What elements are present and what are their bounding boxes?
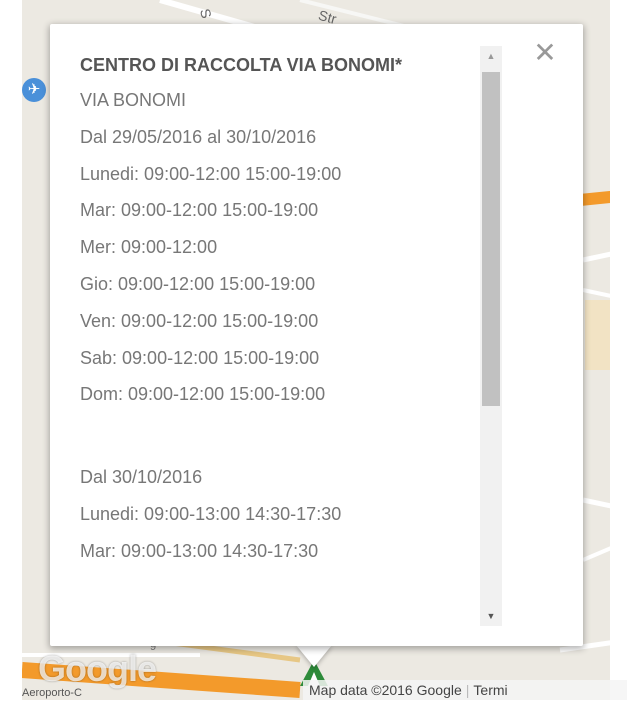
info-window-content: CENTRO DI RACCOLTA VIA BONOMI* VIA BONOM… — [80, 48, 475, 626]
airplane-icon[interactable]: ✈ — [22, 78, 46, 102]
info-window-tail — [296, 645, 332, 667]
close-icon[interactable]: ✕ — [532, 39, 558, 67]
scroll-thumb[interactable] — [482, 72, 500, 406]
schedule-line: Ven: 09:00-12:00 15:00-19:00 — [80, 310, 319, 331]
schedule-line: Mer: 09:00-12:00 — [80, 237, 218, 258]
terms-link[interactable]: Termi — [473, 682, 507, 698]
date-range-line: Dal 30/10/2016 — [80, 467, 203, 488]
map-edge — [610, 0, 630, 726]
map-attribution: Map data ©2016 Google | Termi — [303, 680, 627, 700]
schedule-line: Lunedi: 09:00-12:00 15:00-19:00 — [80, 163, 342, 184]
location-title: CENTRO DI RACCOLTA VIA BONOMI* — [80, 55, 402, 75]
date-range-line: Dal 29/05/2016 al 30/10/2016 — [80, 126, 317, 147]
attribution-text: Map data ©2016 Google — [309, 682, 462, 698]
schedule-line: Gio: 09:00-12:00 15:00-19:00 — [80, 273, 316, 294]
schedule-line: Sab: 09:00-12:00 15:00-19:00 — [80, 347, 320, 368]
airport-label: Aeroporto-C — [22, 687, 82, 699]
google-logo[interactable]: Google — [38, 648, 157, 690]
scrollbar[interactable]: ▲ ▼ — [480, 46, 502, 626]
schedule-line: Dom: 09:00-12:00 15:00-19:00 — [80, 384, 326, 405]
scroll-down-arrow-icon[interactable]: ▼ — [480, 608, 502, 624]
schedule-line: Mar: 09:00-12:00 15:00-19:00 — [80, 200, 319, 221]
schedule-line: Lunedi: 09:00-13:00 14:30-17:30 — [80, 503, 342, 524]
address-line: VIA BONOMI — [80, 90, 187, 110]
map-edge — [0, 700, 630, 726]
schedule-line: Mar: 09:00-13:00 14:30-17:30 — [80, 540, 319, 561]
map-edge — [0, 0, 22, 726]
scroll-up-arrow-icon[interactable]: ▲ — [480, 48, 502, 64]
